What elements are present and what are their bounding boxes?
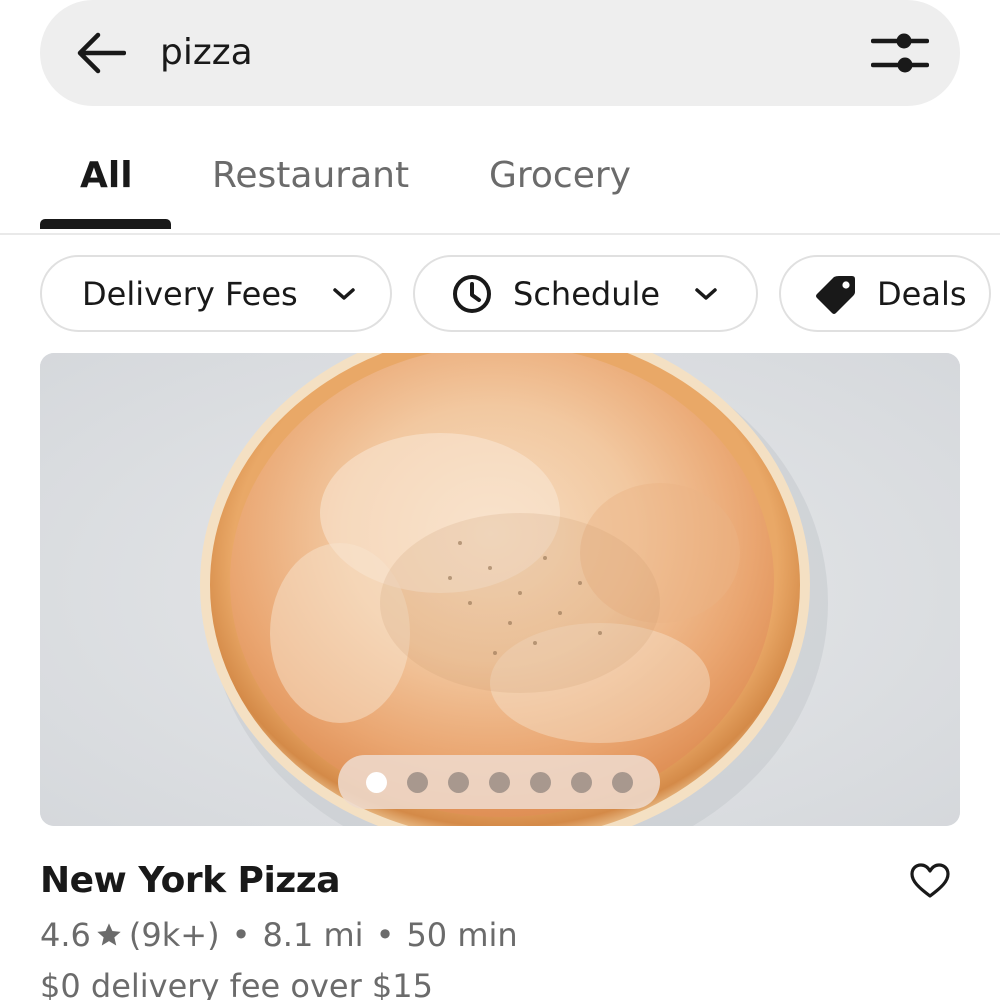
tab-restaurant[interactable]: Restaurant [212, 148, 409, 204]
arrow-left-icon [77, 32, 126, 74]
back-button[interactable] [72, 28, 128, 78]
carousel-dot[interactable] [447, 771, 469, 793]
active-tab-indicator [40, 219, 171, 229]
carousel-dot[interactable] [529, 771, 551, 793]
carousel-dot[interactable] [365, 771, 387, 793]
filter-button[interactable] [868, 26, 932, 80]
store-rating: 4.6 [40, 916, 91, 954]
carousel-dot[interactable] [611, 771, 633, 793]
favorite-button[interactable] [906, 858, 954, 904]
store-delivery-fee: $0 delivery fee over $15 [40, 967, 433, 1000]
delivery-fees-chip[interactable]: Delivery Fees [40, 255, 392, 332]
chevron-down-icon [694, 286, 718, 302]
tab-bar: All Restaurant Grocery [0, 130, 1000, 234]
tab-grocery[interactable]: Grocery [489, 148, 631, 204]
clock-icon [451, 273, 493, 315]
sliders-icon [871, 33, 929, 73]
schedule-chip[interactable]: Schedule [413, 255, 758, 332]
carousel-dot[interactable] [406, 771, 428, 793]
carousel-indicator[interactable] [338, 755, 660, 809]
chip-label: Schedule [513, 274, 661, 313]
heart-icon [910, 863, 950, 898]
store-distance: 8.1 mi [262, 916, 364, 954]
store-eta: 50 min [406, 916, 518, 954]
search-input[interactable]: pizza [160, 28, 253, 78]
chevron-down-icon [332, 286, 356, 302]
store-name[interactable]: New York Pizza [40, 856, 340, 906]
star-icon [95, 921, 123, 949]
separator-dot: • [375, 916, 395, 954]
deals-chip[interactable]: Deals [779, 255, 991, 332]
carousel-dot[interactable] [488, 771, 510, 793]
divider [0, 233, 1000, 235]
chip-label: Deals [877, 274, 967, 313]
store-meta: 4.6 (9k+) • 8.1 mi • 50 min [40, 910, 518, 960]
store-rating-count: (9k+) [128, 916, 220, 954]
tag-icon [815, 273, 857, 315]
chip-label: Delivery Fees [82, 274, 298, 313]
tab-all[interactable]: All [80, 148, 133, 204]
separator-dot: • [231, 916, 251, 954]
carousel-dot[interactable] [570, 771, 592, 793]
